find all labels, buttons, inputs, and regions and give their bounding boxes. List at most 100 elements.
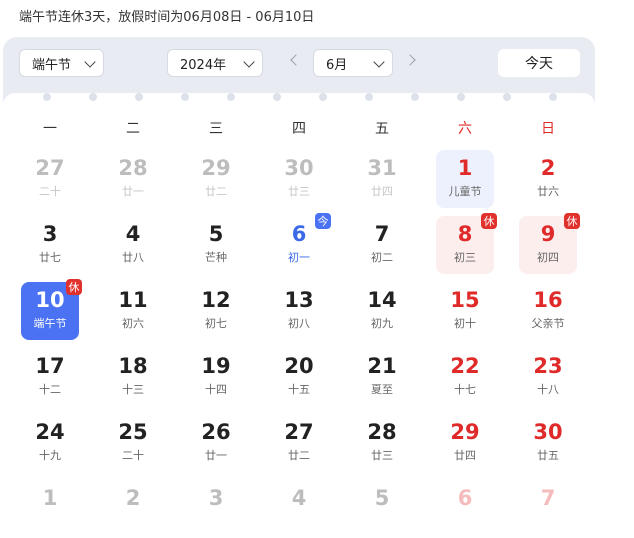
lunar-date: 廿三 [371, 449, 393, 462]
day-cell[interactable]: 15 初十 [436, 282, 494, 340]
day-number: 1 [457, 156, 473, 180]
day-number: 2 [125, 486, 141, 510]
day-number: 27 [284, 420, 314, 444]
lunar-date: 廿二 [205, 185, 227, 198]
day-cell[interactable]: 3 [187, 480, 245, 538]
day-number: 31 [367, 156, 397, 180]
binder-ring [181, 93, 189, 101]
day-number: 25 [118, 420, 148, 444]
day-cell[interactable]: 22 十七 [436, 348, 494, 406]
day-number: 3 [208, 486, 224, 510]
day-cell[interactable]: 30 廿三 [270, 150, 328, 208]
holiday-notice: 端午节连休3天，放假时间为06月08日 - 06月10日 [19, 10, 315, 25]
lunar-date: 儿童节 [448, 185, 482, 198]
weekday-label: 三 [209, 121, 223, 137]
day-cell[interactable]: 14 初九 [353, 282, 411, 340]
day-cell[interactable]: 26 廿一 [187, 414, 245, 472]
binder-ring [457, 93, 465, 101]
day-cell[interactable]: 23 十八 [519, 348, 577, 406]
day-cell[interactable]: 30 廿五 [519, 414, 577, 472]
day-cell[interactable]: 9 初四休 [519, 213, 580, 274]
day-cell[interactable]: 5 [353, 480, 411, 538]
day-number: 13 [284, 288, 314, 312]
day-cell[interactable]: 16 父亲节 [519, 282, 577, 340]
day-cell[interactable]: 8 初三休 [436, 213, 497, 274]
day-number: 15 [450, 288, 480, 312]
lunar-date: 十五 [288, 383, 310, 396]
day-number: 30 [284, 156, 314, 180]
lunar-date: 十七 [454, 383, 476, 396]
day-number: 6 [457, 486, 473, 510]
lunar-date: 初三 [454, 251, 476, 264]
day-cell[interactable]: 17 十二 [21, 348, 79, 406]
day-cell[interactable]: 2 廿六 [519, 150, 577, 208]
day-cell[interactable]: 5 芒种 [187, 216, 245, 274]
day-cell[interactable]: 31 廿四 [353, 150, 411, 208]
day-cell[interactable]: 12 初七 [187, 282, 245, 340]
day-number: 4 [125, 222, 141, 246]
day-number: 5 [208, 222, 224, 246]
lunar-date: 廿五 [537, 449, 559, 462]
day-cell[interactable]: 27 廿二 [270, 414, 328, 472]
day-number: 30 [533, 420, 563, 444]
day-number: 21 [367, 354, 397, 378]
binder-ring [319, 93, 327, 101]
day-number: 7 [540, 486, 556, 510]
binder-ring [503, 93, 511, 101]
lunar-date: 初十 [454, 317, 476, 330]
month-select[interactable]: 6月 [313, 49, 393, 77]
day-number: 29 [201, 156, 231, 180]
day-cell[interactable]: 27 二十 [21, 150, 79, 208]
day-cell[interactable]: 24 十九 [21, 414, 79, 472]
day-cell[interactable]: 6 初一今 [270, 213, 331, 274]
day-cell[interactable]: 6 [436, 480, 494, 538]
day-cell[interactable]: 18 十三 [104, 348, 162, 406]
year-select[interactable]: 2024年 [167, 49, 263, 77]
lunar-date: 二十 [39, 185, 61, 198]
day-cell[interactable]: 13 初八 [270, 282, 328, 340]
holiday-select[interactable]: 端午节 [19, 49, 104, 77]
day-number: 1 [42, 486, 58, 510]
lunar-date: 廿一 [122, 185, 144, 198]
day-number: 14 [367, 288, 397, 312]
binder-ring [365, 93, 373, 101]
day-cell[interactable]: 7 初二 [353, 216, 411, 274]
day-cell[interactable]: 29 廿二 [187, 150, 245, 208]
day-cell[interactable]: 21 夏至 [353, 348, 411, 406]
today-button[interactable]: 今天 [498, 49, 580, 77]
lunar-date: 十四 [205, 383, 227, 396]
lunar-date: 廿三 [288, 185, 310, 198]
binder-ring [227, 93, 235, 101]
chevron-down-icon [84, 56, 96, 68]
year-select-label: 2024年 [180, 57, 227, 73]
day-number: 12 [201, 288, 231, 312]
day-cell[interactable]: 29 廿四 [436, 414, 494, 472]
lunar-date: 二十 [122, 449, 144, 462]
binder-ring [43, 93, 51, 101]
day-cell[interactable]: 1 儿童节 [436, 150, 494, 208]
day-cell[interactable]: 28 廿一 [104, 150, 162, 208]
lunar-date: 初二 [371, 251, 393, 264]
day-cell[interactable]: 2 [104, 480, 162, 538]
lunar-date: 夏至 [371, 383, 393, 396]
day-number: 28 [118, 156, 148, 180]
day-cell[interactable]: 19 十四 [187, 348, 245, 406]
day-cell[interactable]: 20 十五 [270, 348, 328, 406]
day-number: 7 [374, 222, 390, 246]
day-cell[interactable]: 11 初六 [104, 282, 162, 340]
day-number: 27 [35, 156, 65, 180]
day-number: 26 [201, 420, 231, 444]
binder-ring [135, 93, 143, 101]
weekday-label: 日 [541, 121, 555, 137]
day-cell[interactable]: 4 廿八 [104, 216, 162, 274]
day-cell[interactable]: 25 二十 [104, 414, 162, 472]
day-cell[interactable]: 1 [21, 480, 79, 538]
day-cell[interactable]: 3 廿七 [21, 216, 79, 274]
day-cell[interactable]: 28 廿三 [353, 414, 411, 472]
day-cell[interactable]: 10 端午节休 [21, 279, 82, 340]
day-cell[interactable]: 4 [270, 480, 328, 538]
binder-ring [273, 93, 281, 101]
day-cell[interactable]: 7 [519, 480, 577, 538]
rest-badge: 休 [481, 213, 497, 229]
day-number: 24 [35, 420, 65, 444]
